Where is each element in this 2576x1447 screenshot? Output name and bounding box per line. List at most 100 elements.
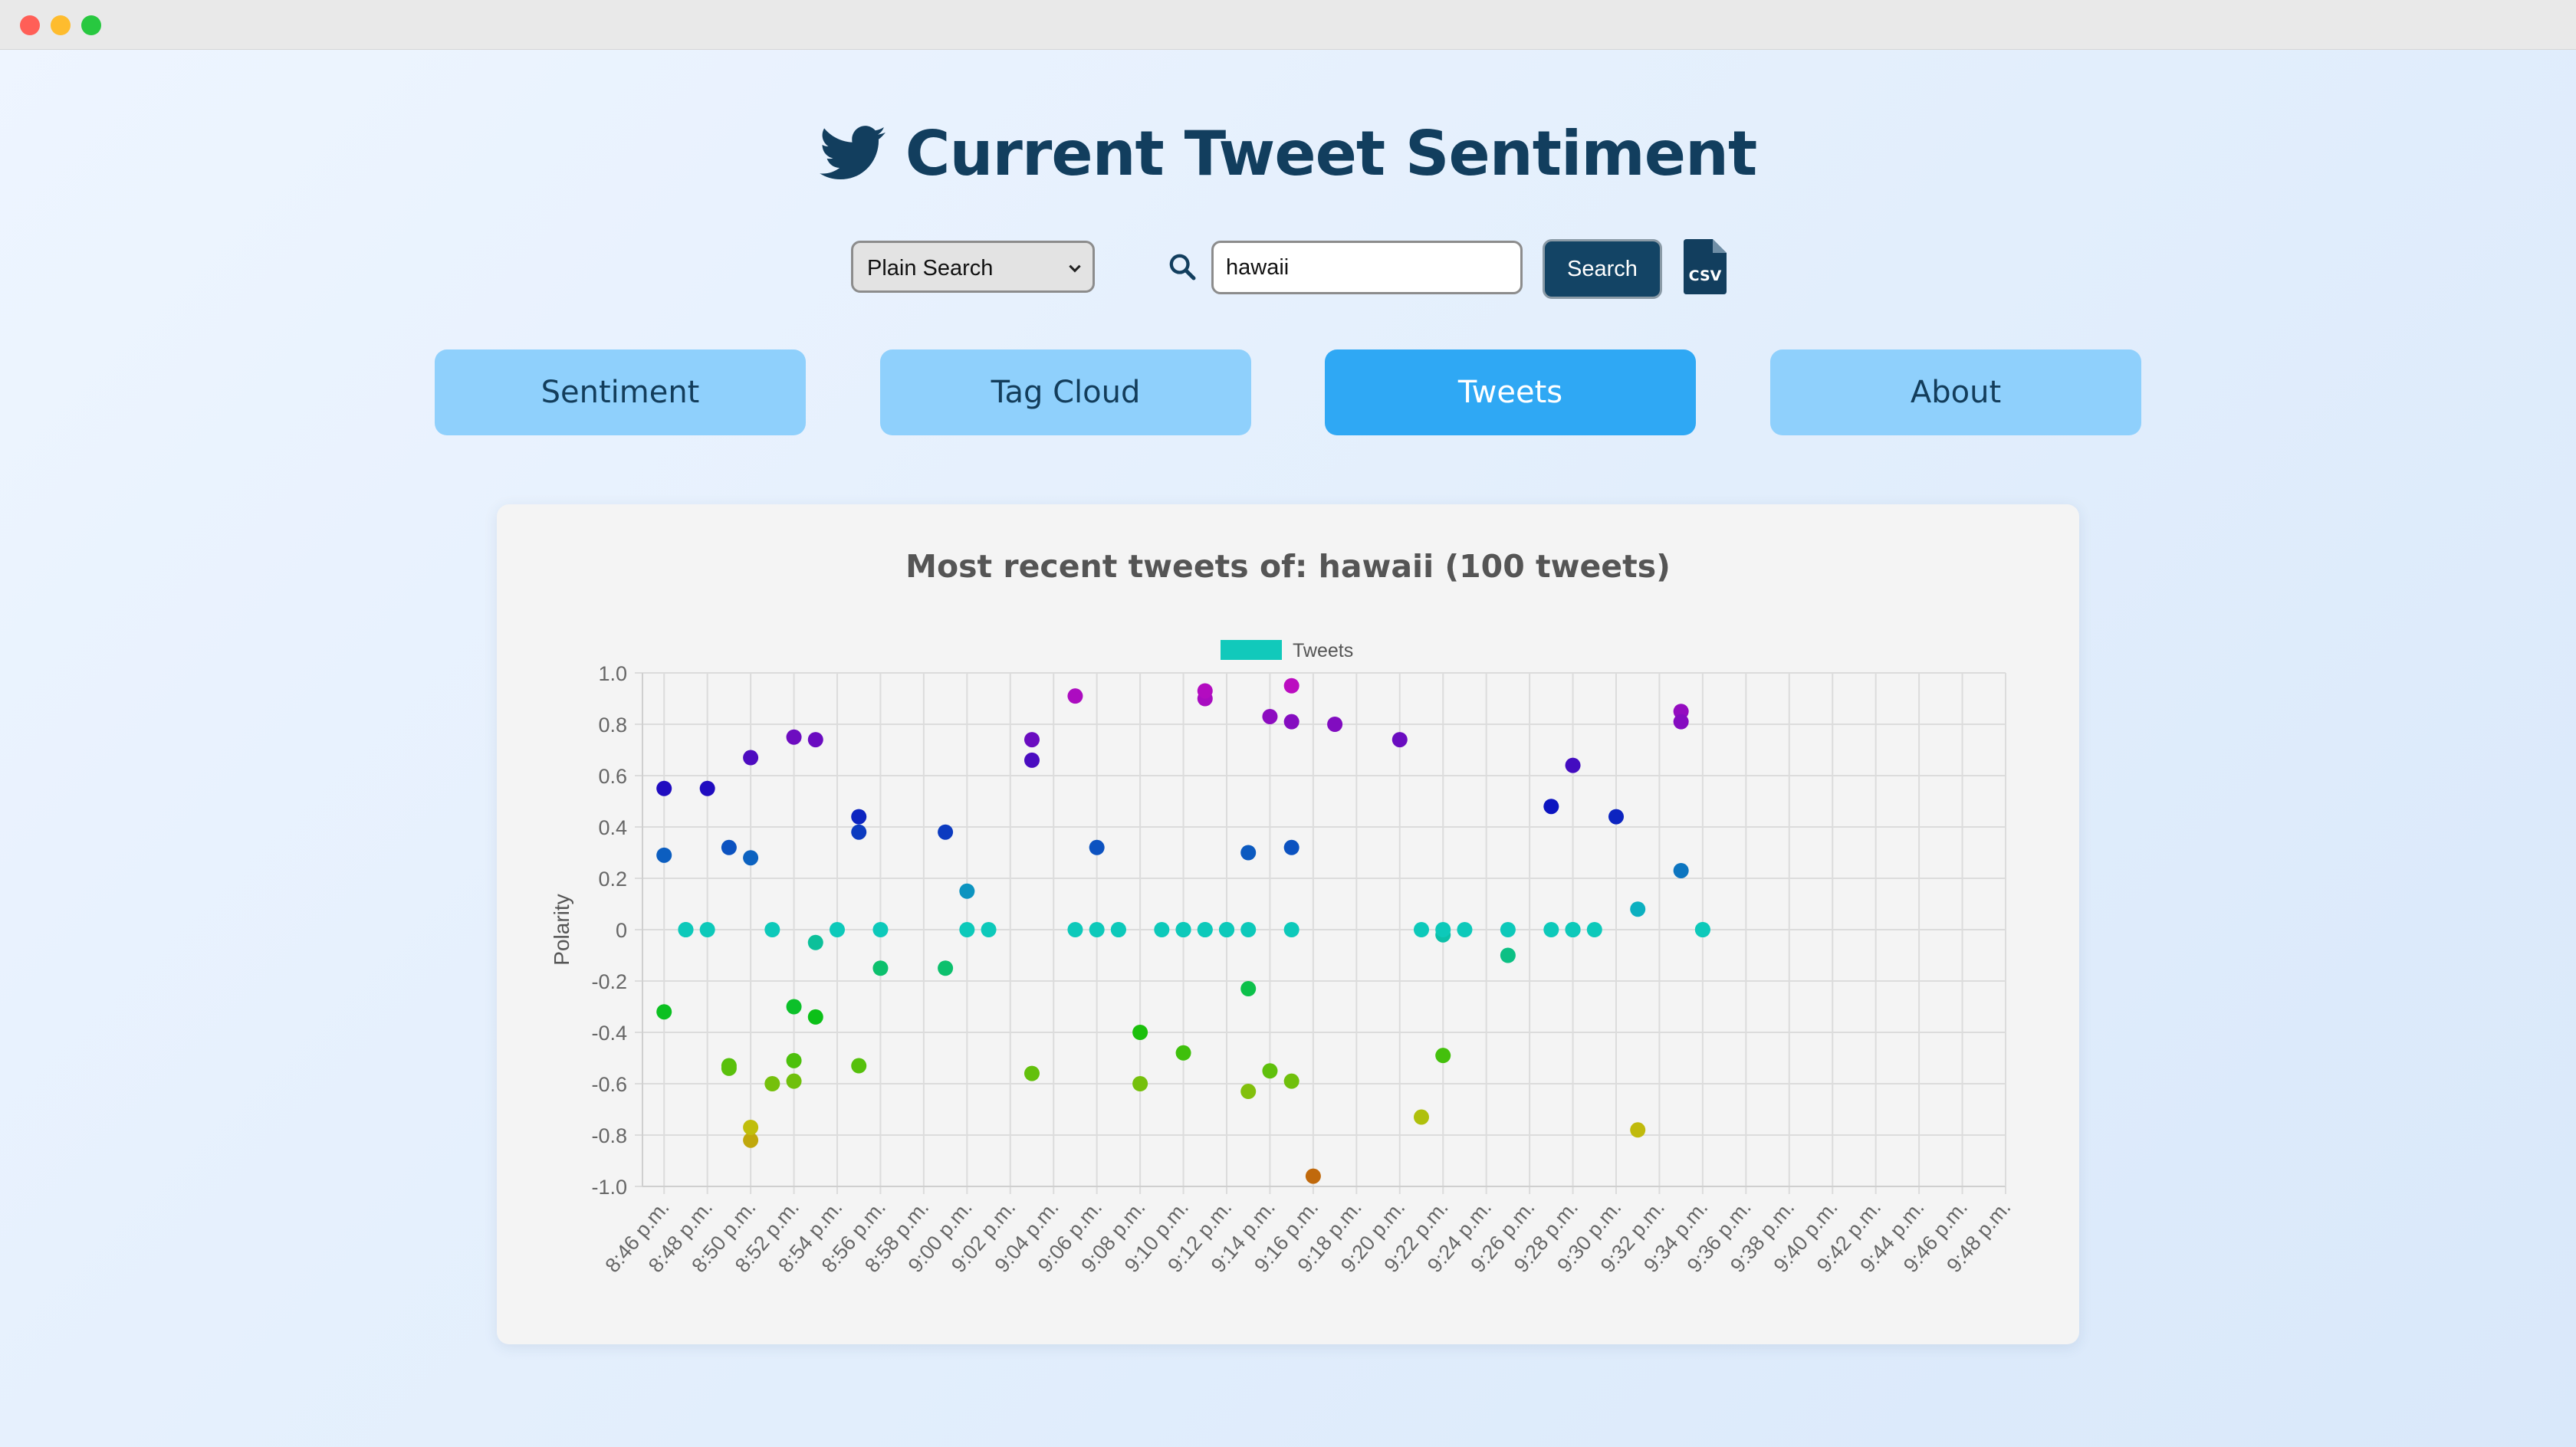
search-bar: Plain Search Search CSV	[0, 239, 2576, 299]
data-point	[743, 1119, 759, 1135]
data-point	[721, 1060, 737, 1076]
tweets-scatter-chart: Most recent tweets of: hawaii (100 tweet…	[550, 548, 2016, 1278]
y-tick-label: 0.6	[598, 765, 627, 788]
data-point	[1197, 683, 1213, 699]
data-point	[1240, 1084, 1257, 1100]
search-button[interactable]: Search	[1543, 239, 1662, 299]
data-point	[764, 1076, 780, 1091]
data-point	[656, 780, 672, 796]
data-point	[1327, 717, 1343, 732]
data-point	[1262, 1063, 1278, 1079]
data-point	[1457, 922, 1473, 937]
page-header: Current Tweet Sentiment	[0, 107, 2576, 199]
data-point	[743, 850, 759, 866]
data-point	[1219, 922, 1234, 937]
twitter-bird-icon	[819, 126, 886, 180]
data-point	[1024, 752, 1040, 768]
maximize-window-button[interactable]	[81, 15, 101, 35]
y-tick-label: -0.4	[591, 1022, 627, 1045]
data-point	[1500, 922, 1516, 937]
data-point	[1067, 688, 1083, 704]
y-tick-label: 1.0	[598, 662, 627, 685]
data-point	[1673, 862, 1689, 878]
data-point	[1414, 922, 1429, 937]
data-point	[1543, 922, 1559, 937]
data-point	[1262, 708, 1278, 724]
data-point	[1110, 922, 1126, 937]
data-point	[1089, 839, 1105, 855]
data-point	[1132, 1076, 1148, 1091]
data-point	[959, 883, 975, 899]
data-point	[1565, 757, 1581, 773]
close-window-button[interactable]	[20, 15, 40, 35]
y-tick-label: 0.8	[598, 714, 627, 737]
data-point	[1283, 839, 1300, 855]
data-point	[699, 922, 715, 937]
data-point	[786, 729, 802, 745]
data-point	[851, 824, 867, 840]
search-input[interactable]	[1211, 241, 1523, 294]
data-point	[699, 780, 715, 796]
chart-title: Most recent tweets of: hawaii (100 tweet…	[905, 548, 1671, 585]
data-point	[1305, 1168, 1321, 1184]
data-point	[872, 960, 889, 976]
data-point	[1586, 922, 1602, 937]
data-point	[807, 934, 823, 950]
tab-tweets[interactable]: Tweets	[1325, 349, 1696, 435]
data-point	[1024, 1065, 1040, 1081]
data-point	[1500, 947, 1516, 963]
data-point	[851, 809, 867, 825]
data-point	[1608, 809, 1624, 825]
y-tick-label: 0.2	[598, 868, 627, 891]
data-point	[786, 999, 802, 1015]
data-point	[1283, 1073, 1300, 1089]
data-point	[1543, 799, 1559, 815]
window-titlebar	[0, 0, 2576, 50]
search-mode-select[interactable]: Plain Search	[851, 241, 1095, 293]
data-point	[1175, 1045, 1191, 1061]
data-point	[1630, 1122, 1646, 1138]
data-point	[1067, 922, 1083, 937]
data-point	[721, 839, 737, 855]
legend-swatch	[1221, 640, 1282, 660]
data-point	[1392, 732, 1408, 748]
data-point	[1089, 922, 1105, 937]
data-point	[743, 750, 759, 766]
y-axis-label: Polarity	[550, 894, 573, 965]
tab-tag-cloud[interactable]: Tag Cloud	[880, 349, 1251, 435]
svg-text:CSV: CSV	[1689, 267, 1722, 284]
chevron-down-icon	[1069, 264, 1081, 273]
data-point	[1175, 922, 1191, 937]
csv-file-icon[interactable]: CSV	[1684, 239, 1727, 294]
legend-label: Tweets	[1293, 640, 1353, 661]
search-mode-value: Plain Search	[867, 256, 994, 281]
data-point	[1414, 1109, 1429, 1125]
data-point	[1283, 678, 1300, 694]
tab-sentiment[interactable]: Sentiment	[435, 349, 806, 435]
y-ticks: 1.0 0.8 0.6 0.4 0.2 0 -0.2 -0.4 -0.6 -0.8 -1.0	[591, 662, 627, 1199]
data-point	[786, 1052, 802, 1068]
data-point	[1565, 922, 1581, 937]
data-point	[872, 922, 889, 937]
search-icon	[1169, 254, 1196, 281]
x-ticks: 8:46 p.m.8:48 p.m.8:50 p.m.8:52 p.m.8:54…	[600, 1196, 2015, 1278]
y-tick-label: -0.2	[591, 970, 627, 993]
main-nav: Sentiment Tag Cloud Tweets About	[0, 349, 2576, 437]
data-point	[1024, 732, 1040, 748]
data-point	[1240, 922, 1257, 937]
y-tick-label: 0.4	[598, 816, 627, 839]
minimize-window-button[interactable]	[51, 15, 71, 35]
data-point	[1673, 714, 1689, 730]
data-point	[1240, 845, 1257, 861]
data-point	[1154, 922, 1170, 937]
data-point	[1240, 981, 1257, 997]
data-point	[1630, 901, 1646, 917]
data-point	[764, 922, 780, 937]
y-tick-label: -0.6	[591, 1073, 627, 1096]
data-point	[656, 1004, 672, 1020]
tab-about[interactable]: About	[1770, 349, 2141, 435]
data-point	[1197, 922, 1213, 937]
data-point	[1435, 1048, 1451, 1064]
data-point	[1283, 714, 1300, 730]
data-point	[938, 960, 954, 976]
